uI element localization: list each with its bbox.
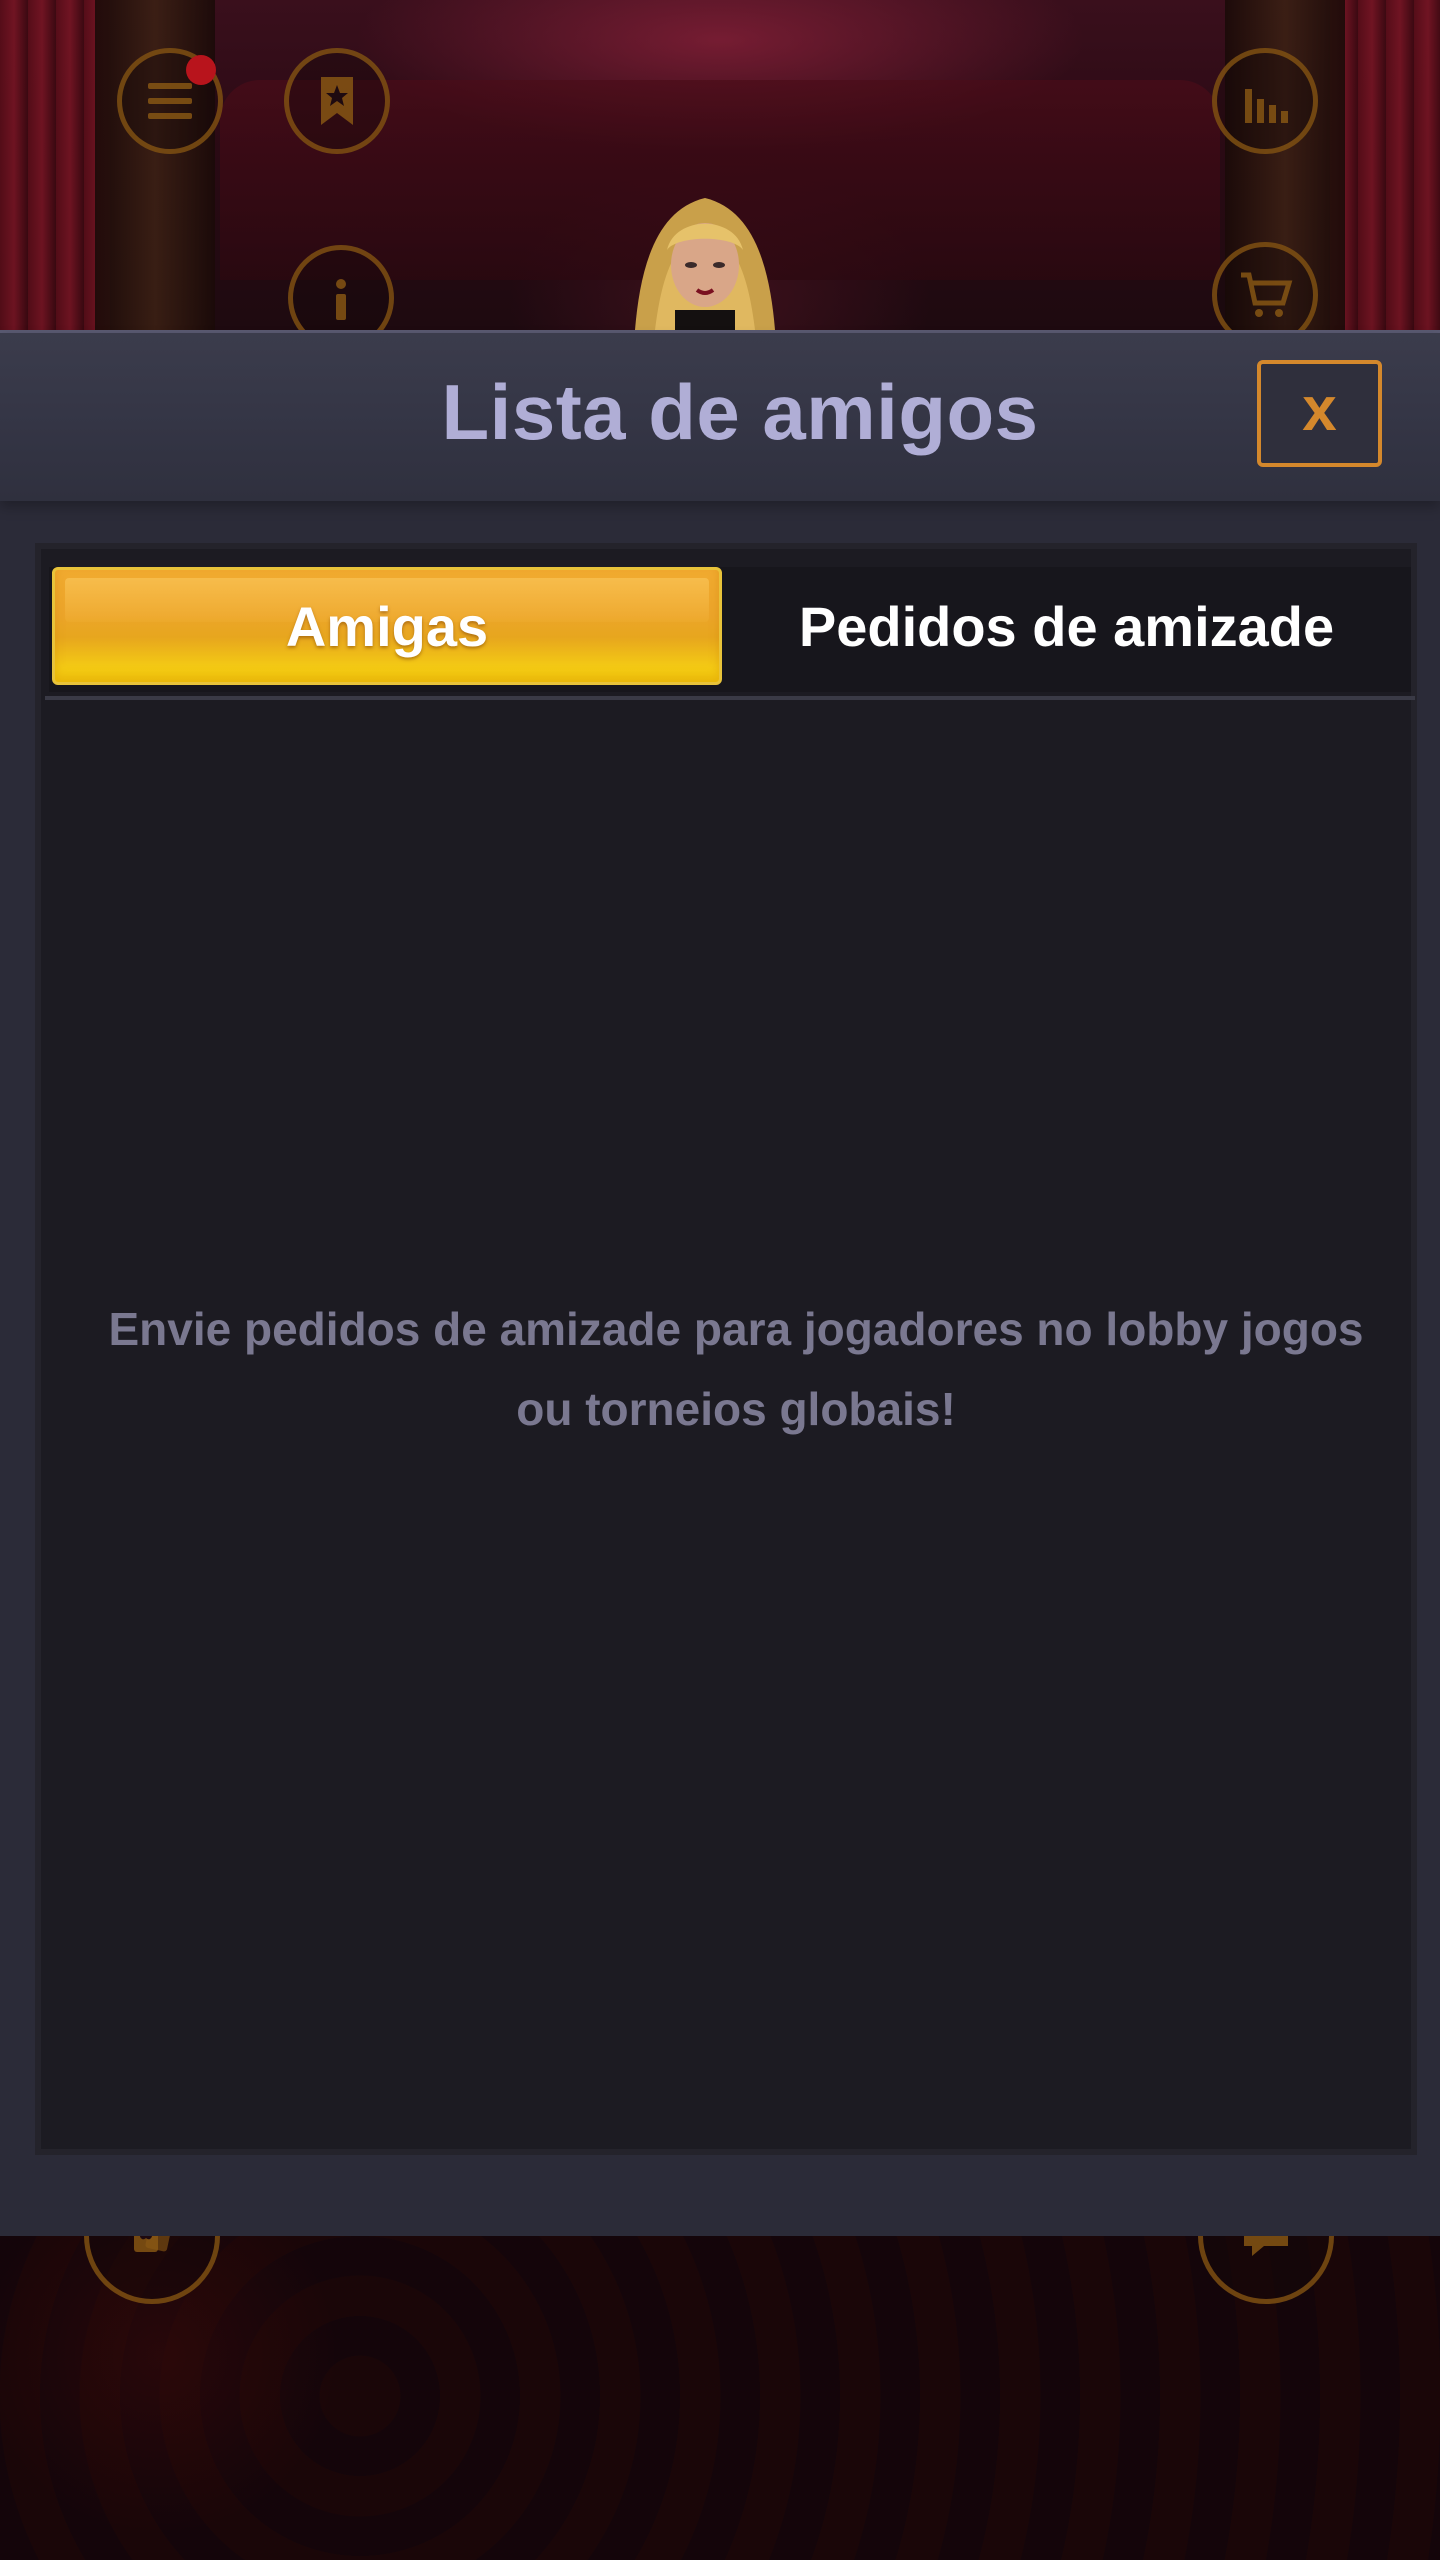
stats-button[interactable]: [1212, 48, 1318, 154]
tabs-divider: [45, 696, 1415, 700]
friends-list-modal: Lista de amigos x Amigas Pedidos de amiz…: [0, 330, 1440, 2236]
tab-friends[interactable]: Amigas: [52, 567, 722, 685]
curtain-right: [1330, 0, 1440, 330]
game-screen: Lista de amigos x Amigas Pedidos de amiz…: [0, 0, 1440, 2560]
cart-icon: [1241, 272, 1293, 317]
friends-panel: Amigas Pedidos de amizade Envie pedidos …: [35, 543, 1417, 2155]
tab-friends-label: Amigas: [285, 594, 489, 658]
info-icon: [336, 279, 346, 320]
modal-title: Lista de amigos: [441, 368, 1039, 456]
lobby-background-top: [0, 0, 1440, 351]
modal-header: Lista de amigos x: [0, 333, 1440, 501]
dealer-character: [635, 198, 775, 330]
lobby-background-bottom: [0, 2168, 1440, 2560]
bookmark-star-icon: [321, 77, 353, 125]
close-icon: x: [1302, 374, 1337, 444]
menu-button[interactable]: [117, 48, 223, 154]
notification-dot: [186, 55, 216, 85]
stats-icon: [1245, 89, 1288, 123]
tab-friend-requests[interactable]: Pedidos de amizade: [729, 567, 1404, 685]
bookmark-button[interactable]: [284, 48, 390, 154]
tab-bar: Amigas Pedidos de amizade: [49, 567, 1411, 692]
curtain-left: [0, 0, 110, 330]
close-button[interactable]: x: [1257, 360, 1382, 467]
tab-friend-requests-label: Pedidos de amizade: [798, 594, 1335, 658]
empty-state-message: Envie pedidos de amizade para jogadores …: [108, 1303, 1364, 1435]
